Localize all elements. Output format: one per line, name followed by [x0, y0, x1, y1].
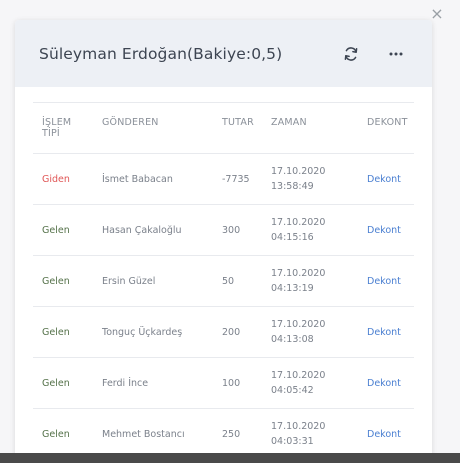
row-type: Gelen [33, 408, 93, 460]
row-clock: 04:03:31 [271, 436, 314, 447]
row-receipt: Dekont [358, 204, 414, 256]
row-time: 17.10.2020 13:58:49 [262, 153, 358, 205]
receipt-link[interactable]: Dekont [367, 327, 401, 338]
row-type: Gelen [33, 255, 93, 307]
row-date: 17.10.2020 [271, 370, 326, 381]
row-sender: Ferdi İnce [93, 357, 213, 409]
more-horizontal-icon [389, 52, 403, 55]
close-icon[interactable]: × [429, 6, 445, 22]
row-receipt: Dekont [358, 357, 414, 409]
row-date: 17.10.2020 [271, 217, 326, 228]
row-sender: Mehmet Bostancı [93, 408, 213, 460]
refresh-icon [344, 46, 358, 61]
row-clock: 13:58:49 [271, 181, 314, 192]
refresh-button[interactable] [339, 42, 363, 66]
row-time: 17.10.2020 04:05:42 [262, 357, 358, 409]
table-row: Gelen Ersin Güzel 50 17.10.2020 04:13:19 … [33, 255, 414, 307]
row-clock: 04:05:42 [271, 385, 314, 396]
receipt-link[interactable]: Dekont [367, 429, 401, 440]
modal-header: Süleyman Erdoğan(Bakiye:0,5) [15, 20, 432, 87]
header-type-line1: İŞLEM [42, 117, 72, 128]
row-date: 17.10.2020 [271, 319, 326, 330]
row-receipt: Dekont [358, 408, 414, 460]
row-type: Gelen [33, 204, 93, 256]
row-amount: 50 [213, 255, 262, 307]
row-receipt: Dekont [358, 255, 414, 307]
row-time: 17.10.2020 04:13:08 [262, 306, 358, 358]
row-receipt: Dekont [358, 153, 414, 205]
receipt-link[interactable]: Dekont [367, 378, 401, 389]
row-date: 17.10.2020 [271, 166, 326, 177]
row-time: 17.10.2020 04:13:19 [262, 255, 358, 307]
transactions-modal: Süleyman Erdoğan(Bakiye:0,5) İŞLEM TİPİ … [15, 20, 432, 460]
table-row: Gelen Hasan Çakaloğlu 300 17.10.2020 04:1… [33, 204, 414, 256]
more-options-button[interactable] [384, 42, 408, 66]
header-type-line2: TİPİ [42, 128, 60, 139]
row-type: Giden [33, 153, 93, 205]
table-row: Gelen Tonguç Üçkardeş 200 17.10.2020 04:1… [33, 306, 414, 358]
modal-body: İŞLEM TİPİ GÖNDEREN TUTAR ZAMAN DEKONT G… [15, 87, 432, 460]
row-sender: Hasan Çakaloğlu [93, 204, 213, 256]
transactions-table: İŞLEM TİPİ GÖNDEREN TUTAR ZAMAN DEKONT G… [33, 102, 414, 460]
header-receipt: DEKONT [358, 102, 414, 154]
row-type: Gelen [33, 357, 93, 409]
row-sender: İsmet Babacan [93, 153, 213, 205]
header-time: ZAMAN [262, 102, 358, 154]
row-clock: 04:13:19 [271, 283, 314, 294]
row-date: 17.10.2020 [271, 421, 326, 432]
header-amount: TUTAR [213, 102, 262, 154]
receipt-link[interactable]: Dekont [367, 276, 401, 287]
modal-title: Süleyman Erdoğan(Bakiye:0,5) [39, 44, 283, 63]
row-clock: 04:15:16 [271, 232, 314, 243]
header-sender: GÖNDEREN [93, 102, 213, 154]
row-amount: 100 [213, 357, 262, 409]
row-sender: Ersin Güzel [93, 255, 213, 307]
bottom-bar [0, 453, 460, 463]
row-type: Gelen [33, 306, 93, 358]
row-amount: 250 [213, 408, 262, 460]
row-amount: 200 [213, 306, 262, 358]
row-amount: -7735 [213, 153, 262, 205]
receipt-link[interactable]: Dekont [367, 225, 401, 236]
row-date: 17.10.2020 [271, 268, 326, 279]
row-receipt: Dekont [358, 306, 414, 358]
table-row: Giden İsmet Babacan -7735 17.10.2020 13:5… [33, 153, 414, 205]
header-type: İŞLEM TİPİ [33, 102, 93, 154]
row-amount: 300 [213, 204, 262, 256]
row-clock: 04:13:08 [271, 334, 314, 345]
row-time: 17.10.2020 04:15:16 [262, 204, 358, 256]
receipt-link[interactable]: Dekont [367, 174, 401, 185]
row-time: 17.10.2020 04:03:31 [262, 408, 358, 460]
row-sender: Tonguç Üçkardeş [93, 306, 213, 358]
table-header-row: İŞLEM TİPİ GÖNDEREN TUTAR ZAMAN DEKONT [33, 102, 414, 154]
table-row: Gelen Ferdi İnce 100 17.10.2020 04:05:42 … [33, 357, 414, 409]
table-row: Gelen Mehmet Bostancı 250 17.10.2020 04:0… [33, 408, 414, 460]
